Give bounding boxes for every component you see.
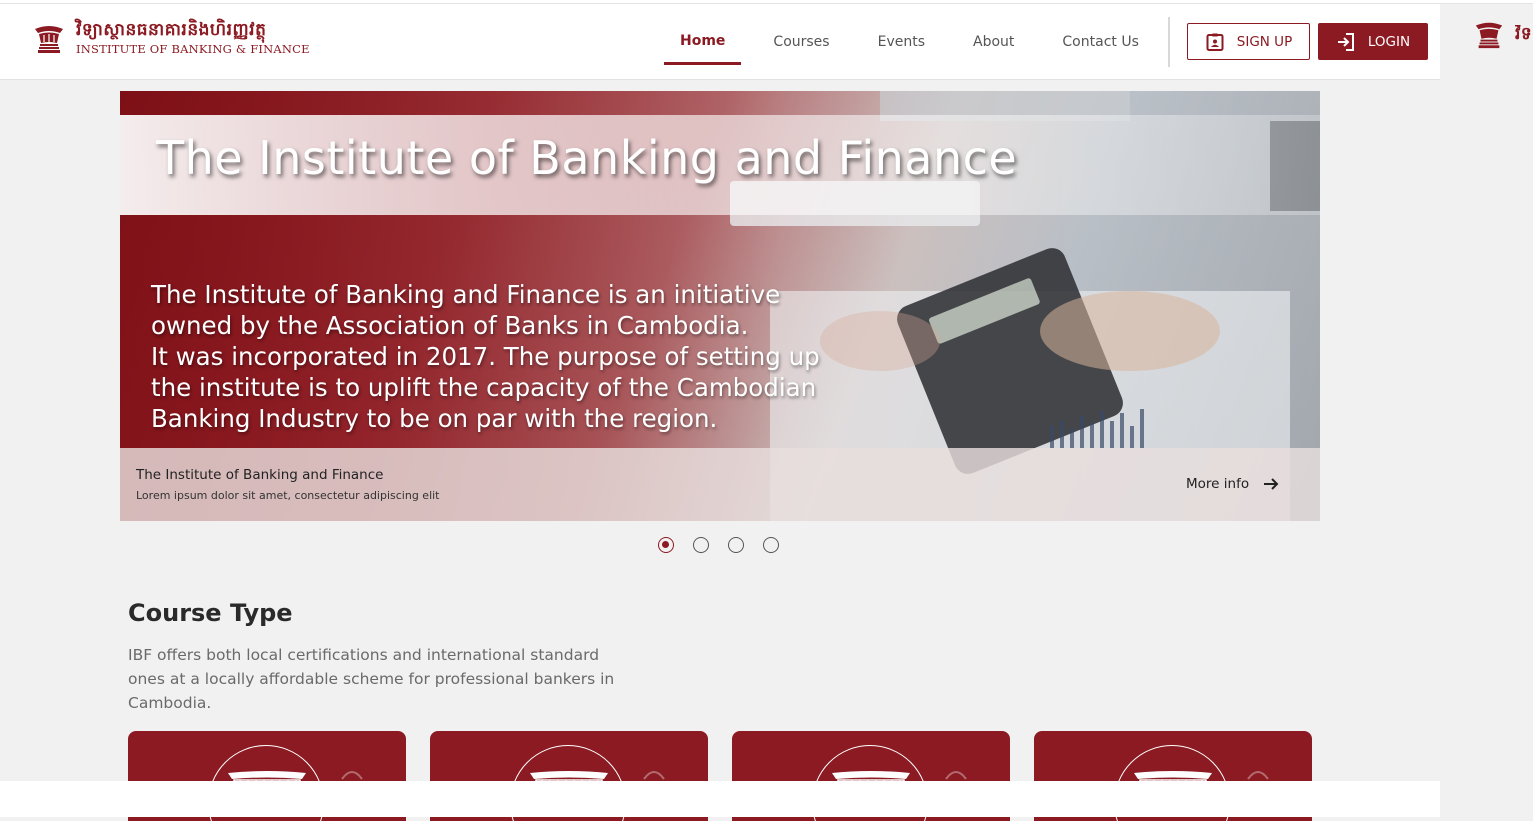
more-info-label: More info [1186, 476, 1250, 492]
hero-body-line: It was incorporated in 2017. The purpose… [151, 342, 820, 371]
decorative-mark-icon [945, 771, 967, 780]
caption-title: The Institute of Banking and Finance [136, 467, 384, 483]
decorative-mark-icon [1247, 771, 1269, 780]
login-arrow-icon [1337, 32, 1354, 51]
arrow-right-icon [1264, 478, 1279, 490]
ibf-emblem-icon [35, 26, 63, 53]
carousel-dot-4[interactable] [763, 537, 779, 553]
nav-home[interactable]: Home [664, 3, 742, 78]
caption-subtitle: Lorem ipsum dolor sit amet, consectetur … [136, 489, 440, 502]
more-info-link[interactable]: More info [1186, 476, 1279, 492]
duplicate-logo-peek: វិទ [1473, 18, 1533, 50]
ibf-emblem-icon [1475, 22, 1503, 49]
decorative-mark-icon [643, 771, 665, 780]
hero-body-text: The Institute of Banking and Finance is … [151, 279, 911, 434]
login-button[interactable]: LOGIN [1318, 23, 1428, 60]
hero-body-line: owned by the Association of Banks in Cam… [151, 311, 749, 340]
nav-contact-us[interactable]: Contact Us [1062, 4, 1138, 79]
carousel-dot-1[interactable] [658, 537, 674, 553]
signup-button[interactable]: SIGN UP [1187, 23, 1310, 60]
ghost-logo-text: វិទ [1515, 24, 1533, 44]
nav-about[interactable]: About [973, 4, 1014, 79]
id-card-icon [1206, 33, 1224, 51]
hero-body-line: the institute is to uplift the capacity … [151, 373, 817, 402]
hero-body-line: The Institute of Banking and Finance is … [151, 280, 781, 309]
viewport-bottom-overlay [0, 781, 1440, 817]
nav-courses[interactable]: Courses [773, 4, 829, 79]
hero-title: The Institute of Banking and Finance [156, 131, 1018, 185]
course-type-heading: Course Type [128, 599, 293, 627]
main-nav: Home Courses Events About Contact Us [664, 4, 1187, 79]
site-header: វិទ្យាស្ថានធនាគារនិងហិរញ្ញវត្ថុ INSTITUT… [0, 4, 1440, 80]
hero-body-line: Banking Industry to be on par with the r… [151, 404, 718, 433]
decorative-mark-icon [341, 771, 363, 780]
hero-caption-bar: The Institute of Banking and Finance Lor… [120, 448, 1320, 521]
login-label: LOGIN [1367, 33, 1411, 50]
site-logo[interactable]: វិទ្យាស្ថានធនាគារនិងហិរញ្ញវត្ថុ INSTITUT… [32, 18, 310, 58]
carousel-dot-3[interactable] [728, 537, 744, 553]
carousel-dot-2[interactable] [693, 537, 709, 553]
carousel-indicators [658, 537, 798, 553]
logo-khmer-text: វិទ្យាស្ថានធនាគារនិងហិរញ្ញវត្ថុ [76, 19, 267, 40]
hero-carousel[interactable]: The Institute of Banking and Finance The… [120, 91, 1320, 521]
nav-events[interactable]: Events [878, 4, 925, 79]
course-type-description: IBF offers both local certifications and… [128, 646, 615, 712]
nav-divider [1168, 17, 1170, 67]
signup-label: SIGN UP [1236, 33, 1293, 50]
logo-english-text: INSTITUTE OF BANKING & FINANCE [76, 41, 310, 56]
